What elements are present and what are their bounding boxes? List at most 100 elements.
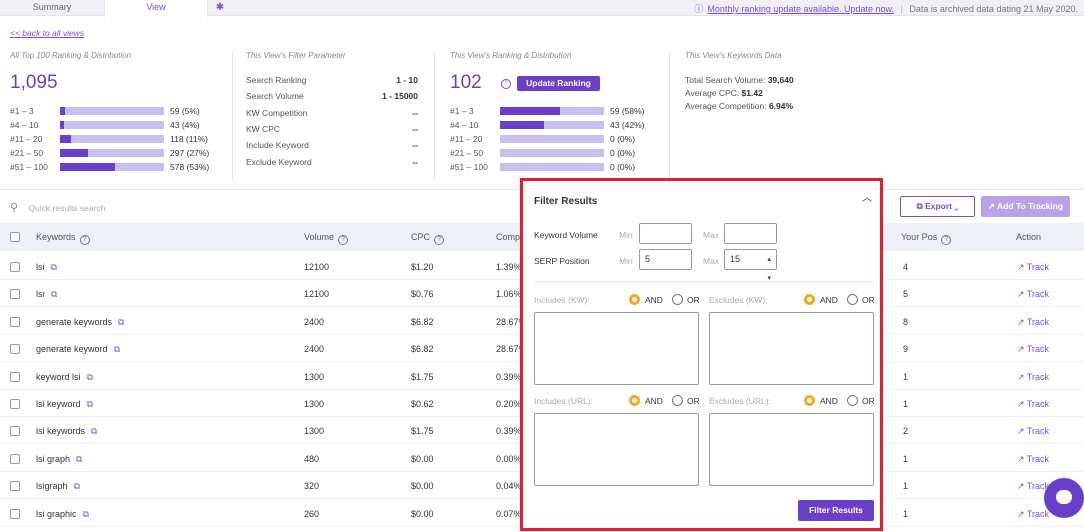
chevron-up-icon[interactable]: ︿ [862, 189, 872, 204]
gear-icon[interactable]: ✱ [208, 0, 232, 16]
excludes-url-or-radio[interactable] [847, 395, 858, 406]
keyword-cell: lsi graphic ⧉ [36, 509, 89, 520]
keyword-text[interactable]: generate keywords [36, 317, 112, 327]
search-input[interactable]: Quick results search [28, 203, 105, 213]
includes-kw-and-radio[interactable] [629, 294, 640, 305]
select-all-checkbox[interactable] [10, 232, 20, 242]
track-button[interactable]: ↗ Track [1017, 372, 1049, 383]
track-button[interactable]: ↗ Track [1017, 399, 1049, 410]
external-link-icon[interactable]: ⧉ [118, 317, 124, 327]
update-notice: ⓘ Monthly ranking update available. Updat… [694, 2, 1078, 15]
includes-kw-textarea[interactable] [534, 312, 699, 385]
track-button[interactable]: ↗ Track [1017, 317, 1049, 328]
external-link-icon[interactable]: ⧉ [87, 399, 93, 409]
keyword-text[interactable]: lsi graph [36, 454, 70, 464]
track-button[interactable]: ↗ Track [1017, 344, 1049, 355]
chat-widget-button[interactable] [1044, 478, 1084, 518]
keyword-text[interactable]: lsi keyword [36, 399, 81, 409]
comp-cell: 0.00% [496, 453, 522, 464]
back-to-all-views-link[interactable]: << back to all views [10, 28, 84, 38]
external-link-icon[interactable]: ⧉ [87, 372, 93, 382]
comp-cell: 0.04% [496, 481, 522, 492]
includes-url-textarea[interactable] [534, 413, 699, 486]
excludes-kw-and-radio[interactable] [804, 294, 815, 305]
trend-icon: ↗ [1017, 371, 1027, 382]
row-checkbox[interactable] [10, 508, 20, 519]
distribution-bar [500, 107, 604, 115]
tab-view[interactable]: View [104, 0, 208, 17]
row-checkbox[interactable] [10, 399, 20, 409]
track-button[interactable]: ↗ Track [1017, 426, 1049, 437]
quick-search[interactable]: ⚲ Quick results search [10, 201, 105, 214]
kw-volume-min-input[interactable] [639, 223, 692, 244]
col-cpc[interactable]: CPC? [411, 232, 445, 245]
filter-results-button[interactable]: Filter Results [798, 500, 874, 521]
row-checkbox[interactable] [10, 316, 20, 327]
keyword-cell: keyword lsi ⧉ [36, 372, 93, 383]
serp-min-input[interactable]: 5 [639, 249, 692, 270]
row-checkbox[interactable] [10, 453, 20, 464]
tab-summary[interactable]: Summary [0, 0, 104, 16]
keyword-text[interactable]: keyword lsi [36, 372, 81, 382]
distribution-bar-fill [500, 121, 544, 129]
trend-icon: ↗ [1017, 481, 1027, 492]
distribution-row: #21 – 50 297 (27%) [10, 148, 240, 160]
cpc-cell: $1.75 [411, 426, 434, 437]
includes-url-and-radio[interactable] [629, 395, 640, 406]
param-label: KW Competition [246, 107, 308, 118]
track-button[interactable]: ↗ Track [1017, 454, 1049, 465]
external-link-icon[interactable]: ⧉ [114, 344, 120, 354]
excludes-kw-textarea[interactable] [709, 312, 874, 385]
track-button[interactable]: ↗ Track [1017, 509, 1049, 520]
range-label: #51 – 100 [10, 162, 48, 172]
excludes-url-and-radio[interactable] [804, 395, 815, 406]
add-to-tracking-button[interactable]: ↗ Add To Tracking [981, 196, 1070, 217]
col-comp[interactable]: Comp [496, 232, 520, 242]
external-link-icon[interactable]: ⧉ [76, 454, 82, 464]
keyword-text[interactable]: lsigraph [36, 481, 68, 491]
row-checkbox[interactable] [10, 344, 20, 355]
total-search-volume-value: 39,640 [767, 75, 794, 85]
kw-volume-max-label: Max [703, 230, 720, 240]
excludes-url-textarea[interactable] [709, 413, 874, 486]
spinner-icon[interactable]: ▴ ▾ [767, 250, 771, 288]
external-link-icon[interactable]: ⧉ [51, 289, 57, 299]
includes-url-label: Includes (URL): [534, 396, 594, 406]
help-icon[interactable]: ? [338, 235, 349, 245]
external-link-icon[interactable]: ⧉ [91, 426, 97, 436]
row-checkbox[interactable] [10, 426, 20, 437]
col-keywords[interactable]: Keywords? [36, 232, 90, 245]
distribution-row: #1 – 3 59 (5%) [10, 106, 240, 118]
col-your-pos[interactable]: Your Pos? [901, 232, 952, 245]
export-button[interactable]: ⧉ Export ⌄ [900, 196, 975, 217]
help-icon[interactable]: ? [941, 235, 952, 245]
includes-kw-or-radio[interactable] [672, 294, 683, 305]
track-button[interactable]: ↗ Track [1017, 262, 1049, 273]
serp-max-stepper[interactable]: 15 ▴ ▾ [724, 249, 777, 282]
keyword-text[interactable]: generate keyword [36, 344, 108, 354]
row-checkbox[interactable] [10, 481, 20, 492]
update-now-link[interactable]: Monthly ranking update available. Update… [707, 4, 894, 14]
includes-url-or-radio[interactable] [672, 395, 683, 406]
external-link-icon[interactable]: ⧉ [51, 262, 57, 272]
keyword-text[interactable]: lsi graphic [36, 509, 77, 519]
volume-cell: 1300 [304, 426, 325, 437]
average-competition: Average Competition: 6.94% [685, 101, 793, 111]
help-icon[interactable]: ? [434, 235, 445, 245]
help-icon[interactable]: ? [79, 235, 90, 245]
kw-volume-max-input[interactable] [724, 223, 777, 244]
keyword-text[interactable]: lsı [36, 289, 45, 299]
param-value: 1 - 15000 [382, 91, 418, 102]
row-checkbox[interactable] [10, 262, 20, 272]
external-link-icon[interactable]: ⧉ [83, 509, 89, 519]
row-checkbox[interactable] [10, 371, 20, 382]
row-checkbox[interactable] [10, 289, 20, 300]
excludes-kw-or-radio[interactable] [847, 294, 858, 305]
external-link-icon[interactable]: ⧉ [74, 481, 80, 491]
track-button[interactable]: ↗ Track [1017, 289, 1049, 300]
comp-cell: 1.39% [496, 262, 522, 272]
col-volume[interactable]: Volume? [304, 232, 349, 245]
keyword-text[interactable]: lsi keywords [36, 426, 85, 436]
update-ranking-button[interactable]: Update Ranking [517, 76, 600, 91]
keyword-text[interactable]: lsi [36, 262, 45, 272]
